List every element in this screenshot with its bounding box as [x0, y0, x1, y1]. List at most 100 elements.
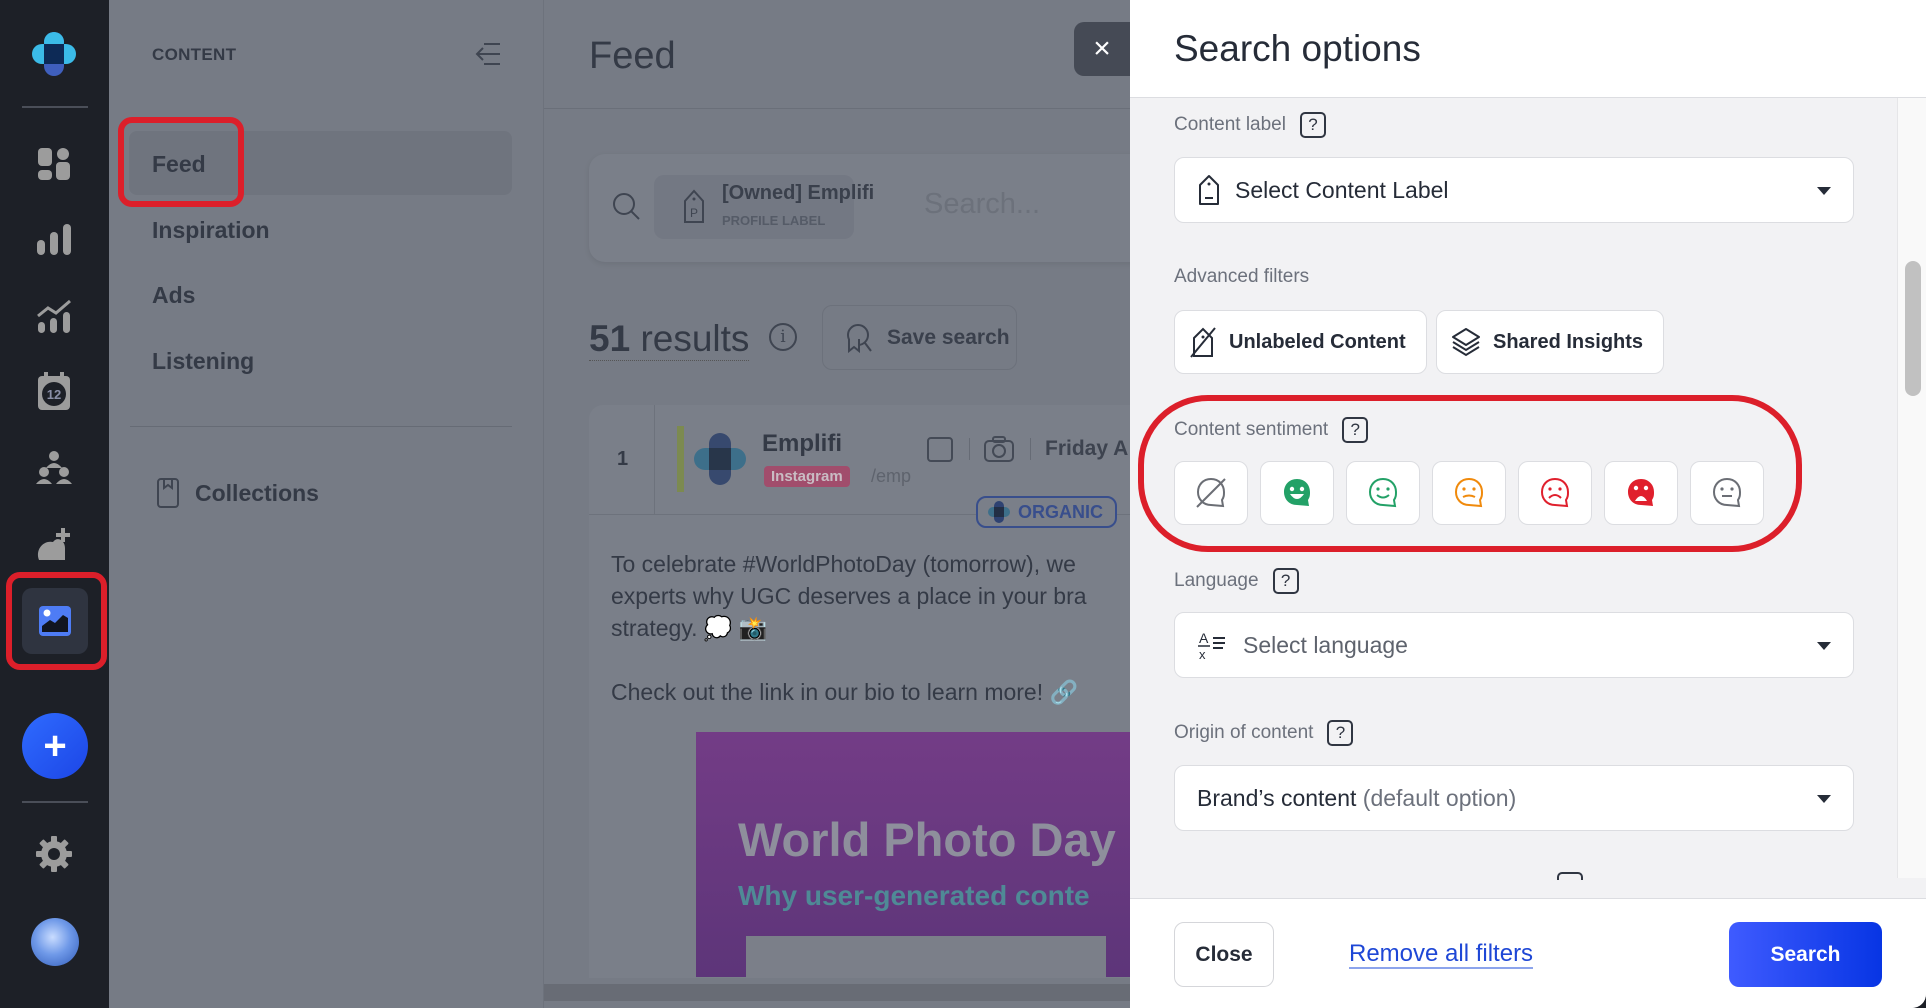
origin-label: Origin of content [1174, 722, 1314, 743]
origin-value: Brand’s content [1197, 784, 1357, 811]
profile-color-bar [677, 426, 684, 492]
community-icon[interactable] [34, 448, 74, 488]
feed-scrollbar-thumb[interactable] [544, 984, 1130, 1001]
analytics-icon[interactable] [34, 220, 74, 260]
help-icon-partial [1557, 872, 1583, 880]
dropdown-caret-icon [1817, 795, 1831, 803]
meta-divider [969, 438, 970, 460]
collections-label: Collections [195, 479, 319, 506]
profile-avatar-icon [694, 433, 746, 485]
rail-divider [22, 801, 88, 803]
close-panel-button[interactable]: × [1074, 22, 1130, 76]
language-placeholder: Select language [1243, 631, 1408, 658]
post-image-subtitle: Why user-generated conte [738, 880, 1090, 911]
dropdown-caret-icon [1817, 642, 1831, 650]
dashboard-icon[interactable] [34, 144, 74, 184]
svg-text:x: x [1199, 647, 1206, 661]
language-select[interactable]: Ax Select language [1174, 612, 1854, 678]
post-index: 1 [617, 448, 629, 470]
meta-divider [1030, 438, 1031, 460]
sidebar-item-collections[interactable]: Collections [157, 478, 319, 508]
highlight-oval-sentiment [1138, 395, 1802, 552]
unlabeled-content-button[interactable]: Unlabeled Content [1174, 310, 1427, 374]
plus-icon: + [43, 723, 67, 768]
language-heading: Language ? [1174, 568, 1299, 594]
panel-footer: Close Remove all filters Search [1130, 898, 1926, 1008]
layers-icon [1452, 328, 1480, 357]
profile-name[interactable]: Emplifi [762, 430, 842, 458]
profile-chip-subtitle: PROFILE LABEL [722, 213, 826, 228]
collapse-sidebar-icon[interactable] [474, 40, 502, 68]
search-button[interactable]: Search [1729, 922, 1882, 987]
create-button[interactable]: + [22, 713, 88, 779]
shared-insights-button[interactable]: Shared Insights [1436, 310, 1665, 374]
panel-title: Search options [1174, 28, 1421, 69]
remove-all-filters-link[interactable]: Remove all filters [1349, 941, 1534, 969]
highlight-box-feed [118, 117, 244, 207]
calendar-icon[interactable]: 12 [34, 372, 74, 412]
profile-label-tag-icon: P [684, 189, 704, 223]
content-label-select[interactable]: Select Content Label [1174, 157, 1854, 223]
organic-logo-icon [988, 501, 1010, 523]
feed-search-placeholder[interactable]: Search... [924, 188, 1040, 221]
close-button[interactable]: Close [1174, 922, 1274, 987]
page-title: Feed [589, 35, 676, 77]
help-icon[interactable]: ? [1299, 112, 1326, 138]
post-type-icon [927, 437, 953, 462]
organic-label: ORGANIC [1018, 501, 1103, 522]
header-divider [544, 108, 1130, 109]
save-search-label: Save search [887, 325, 1010, 349]
panel-scrollbar-thumb[interactable] [1905, 261, 1921, 396]
search-icon [613, 193, 640, 220]
calendar-badge: 12 [47, 387, 61, 402]
rail-divider [22, 106, 88, 108]
content-label-heading: Content label ? [1174, 112, 1326, 138]
care-icon[interactable] [34, 524, 74, 564]
language-label: Language [1174, 570, 1259, 591]
help-icon[interactable]: ? [1272, 568, 1299, 594]
save-search-icon [847, 323, 872, 353]
post-index-divider [654, 405, 655, 515]
panel-scrollbar[interactable] [1897, 98, 1926, 878]
results-word: results [640, 318, 750, 359]
dropdown-caret-icon [1817, 187, 1831, 195]
network-badge: Instagram [764, 466, 850, 487]
results-count: 51 results [589, 318, 750, 361]
help-icon[interactable]: ? [1327, 720, 1354, 746]
sidebar-divider [130, 426, 512, 427]
post-image-title: World Photo Day [738, 813, 1116, 866]
shared-insights-label: Shared Insights [1493, 330, 1644, 353]
profile-chip-title: [Owned] Emplifi [722, 182, 875, 204]
unlabeled-tag-icon [1190, 327, 1216, 358]
highlight-box-content-nav [6, 572, 107, 670]
sidebar-item-listening[interactable]: Listening [152, 348, 254, 375]
emplifi-logo-icon[interactable] [32, 32, 76, 76]
save-search-button[interactable]: Save search [822, 305, 1017, 370]
origin-select[interactable]: Brand’s content (default option) [1174, 765, 1854, 831]
bookmark-icon [157, 478, 179, 508]
close-icon: × [1093, 32, 1111, 65]
sidebar-item-inspiration[interactable]: Inspiration [152, 217, 270, 244]
post-date: Friday A [1045, 437, 1129, 460]
feed-horizontal-scrollbar[interactable] [544, 978, 1130, 1008]
sidebar-title: CONTENT [152, 45, 237, 64]
advanced-filters-label: Advanced filters [1174, 266, 1310, 287]
camera-icon [984, 436, 1014, 462]
post-text: To celebrate #WorldPhotoDay (tomorrow), … [611, 551, 1087, 705]
advanced-filters-heading: Advanced filters [1174, 266, 1309, 288]
content-label-label: Content label [1174, 114, 1286, 135]
tag-icon [1199, 175, 1219, 205]
user-avatar[interactable] [31, 918, 79, 966]
sidebar-item-ads[interactable]: Ads [152, 282, 195, 309]
profile-handle: /emplifi [871, 466, 911, 486]
main-nav-rail: 12 + [0, 0, 109, 1008]
settings-gear-icon[interactable] [34, 834, 74, 874]
origin-heading: Origin of content ? [1174, 720, 1354, 746]
app-root: 12 + CONTENT Feed Inspiration Ads Listen… [0, 0, 1926, 1008]
panel-header: Search options [1130, 0, 1926, 98]
organic-badge: ORGANIC [976, 496, 1117, 528]
origin-value-suffix: (default option) [1362, 784, 1517, 811]
benchmarks-icon[interactable] [34, 296, 74, 336]
post-image[interactable]: World Photo Day Why user-generated conte [696, 732, 1130, 986]
info-icon[interactable]: i [769, 323, 797, 351]
